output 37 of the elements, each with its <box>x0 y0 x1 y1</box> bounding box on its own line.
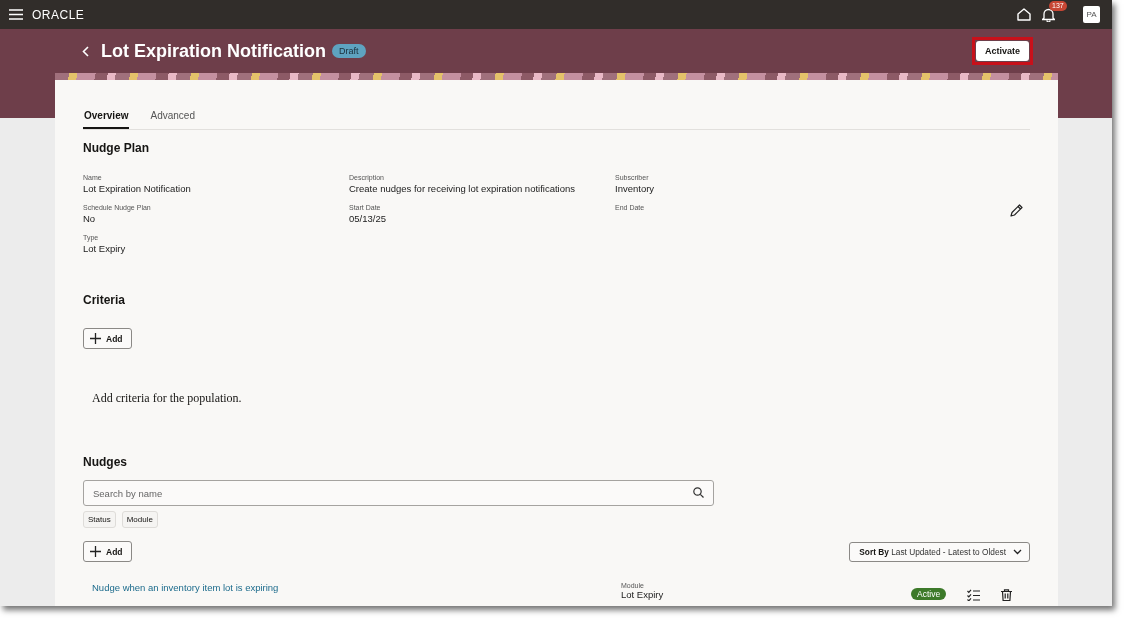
tab[interactable]: Overview <box>83 110 130 129</box>
page-title: Lot Expiration Notification <box>101 40 326 62</box>
field-value: Lot Expiry <box>83 242 127 255</box>
search-icon <box>693 487 704 498</box>
delete-icon[interactable] <box>1001 589 1013 601</box>
activate-button[interactable]: Activate <box>976 41 1029 61</box>
menu-icon[interactable] <box>9 9 23 20</box>
field-value: 05/13/25 <box>349 212 387 225</box>
section-heading: Nudge Plan <box>83 141 149 155</box>
chevron-down-icon <box>1013 548 1022 555</box>
add-button[interactable]: Add <box>83 328 132 349</box>
back-icon[interactable] <box>82 45 89 57</box>
sort-dropdown[interactable]: Sort By Last Updated - Latest to Oldest <box>849 541 1030 562</box>
notifications-icon[interactable] <box>1042 7 1055 22</box>
nudge-link[interactable]: Nudge when an inventory item lot is expiring <box>92 582 621 593</box>
checklist-icon[interactable] <box>967 589 981 601</box>
field-value: No <box>83 212 97 225</box>
section-heading: Nudges <box>83 455 127 469</box>
empty-message: Add criteria for the population. <box>92 391 243 406</box>
edit-icon[interactable] <box>1010 204 1023 217</box>
field-value: Lot Expiration Notification <box>83 182 192 195</box>
section-heading: Criteria <box>83 293 126 307</box>
add-button[interactable]: Add <box>83 541 132 562</box>
tab[interactable]: Advanced <box>149 110 196 129</box>
status-badge: Active <box>911 588 947 600</box>
filter-chip[interactable]: Module <box>121 511 158 528</box>
field-value: Lot Expiry <box>621 590 665 600</box>
brand-logo[interactable]: ORACLE <box>32 7 85 22</box>
plus-icon <box>90 546 101 557</box>
status-badge: Draft <box>332 44 366 58</box>
search-field[interactable]: Search by name <box>83 480 714 506</box>
user-avatar[interactable]: PA <box>1083 6 1100 23</box>
field-value: Create nudges for receiving lot expiration notifications <box>349 182 576 195</box>
plus-icon <box>90 333 101 344</box>
home-icon[interactable] <box>1017 8 1031 21</box>
filter-chip[interactable]: Status <box>83 511 116 528</box>
field-value: Inventory <box>615 182 656 195</box>
